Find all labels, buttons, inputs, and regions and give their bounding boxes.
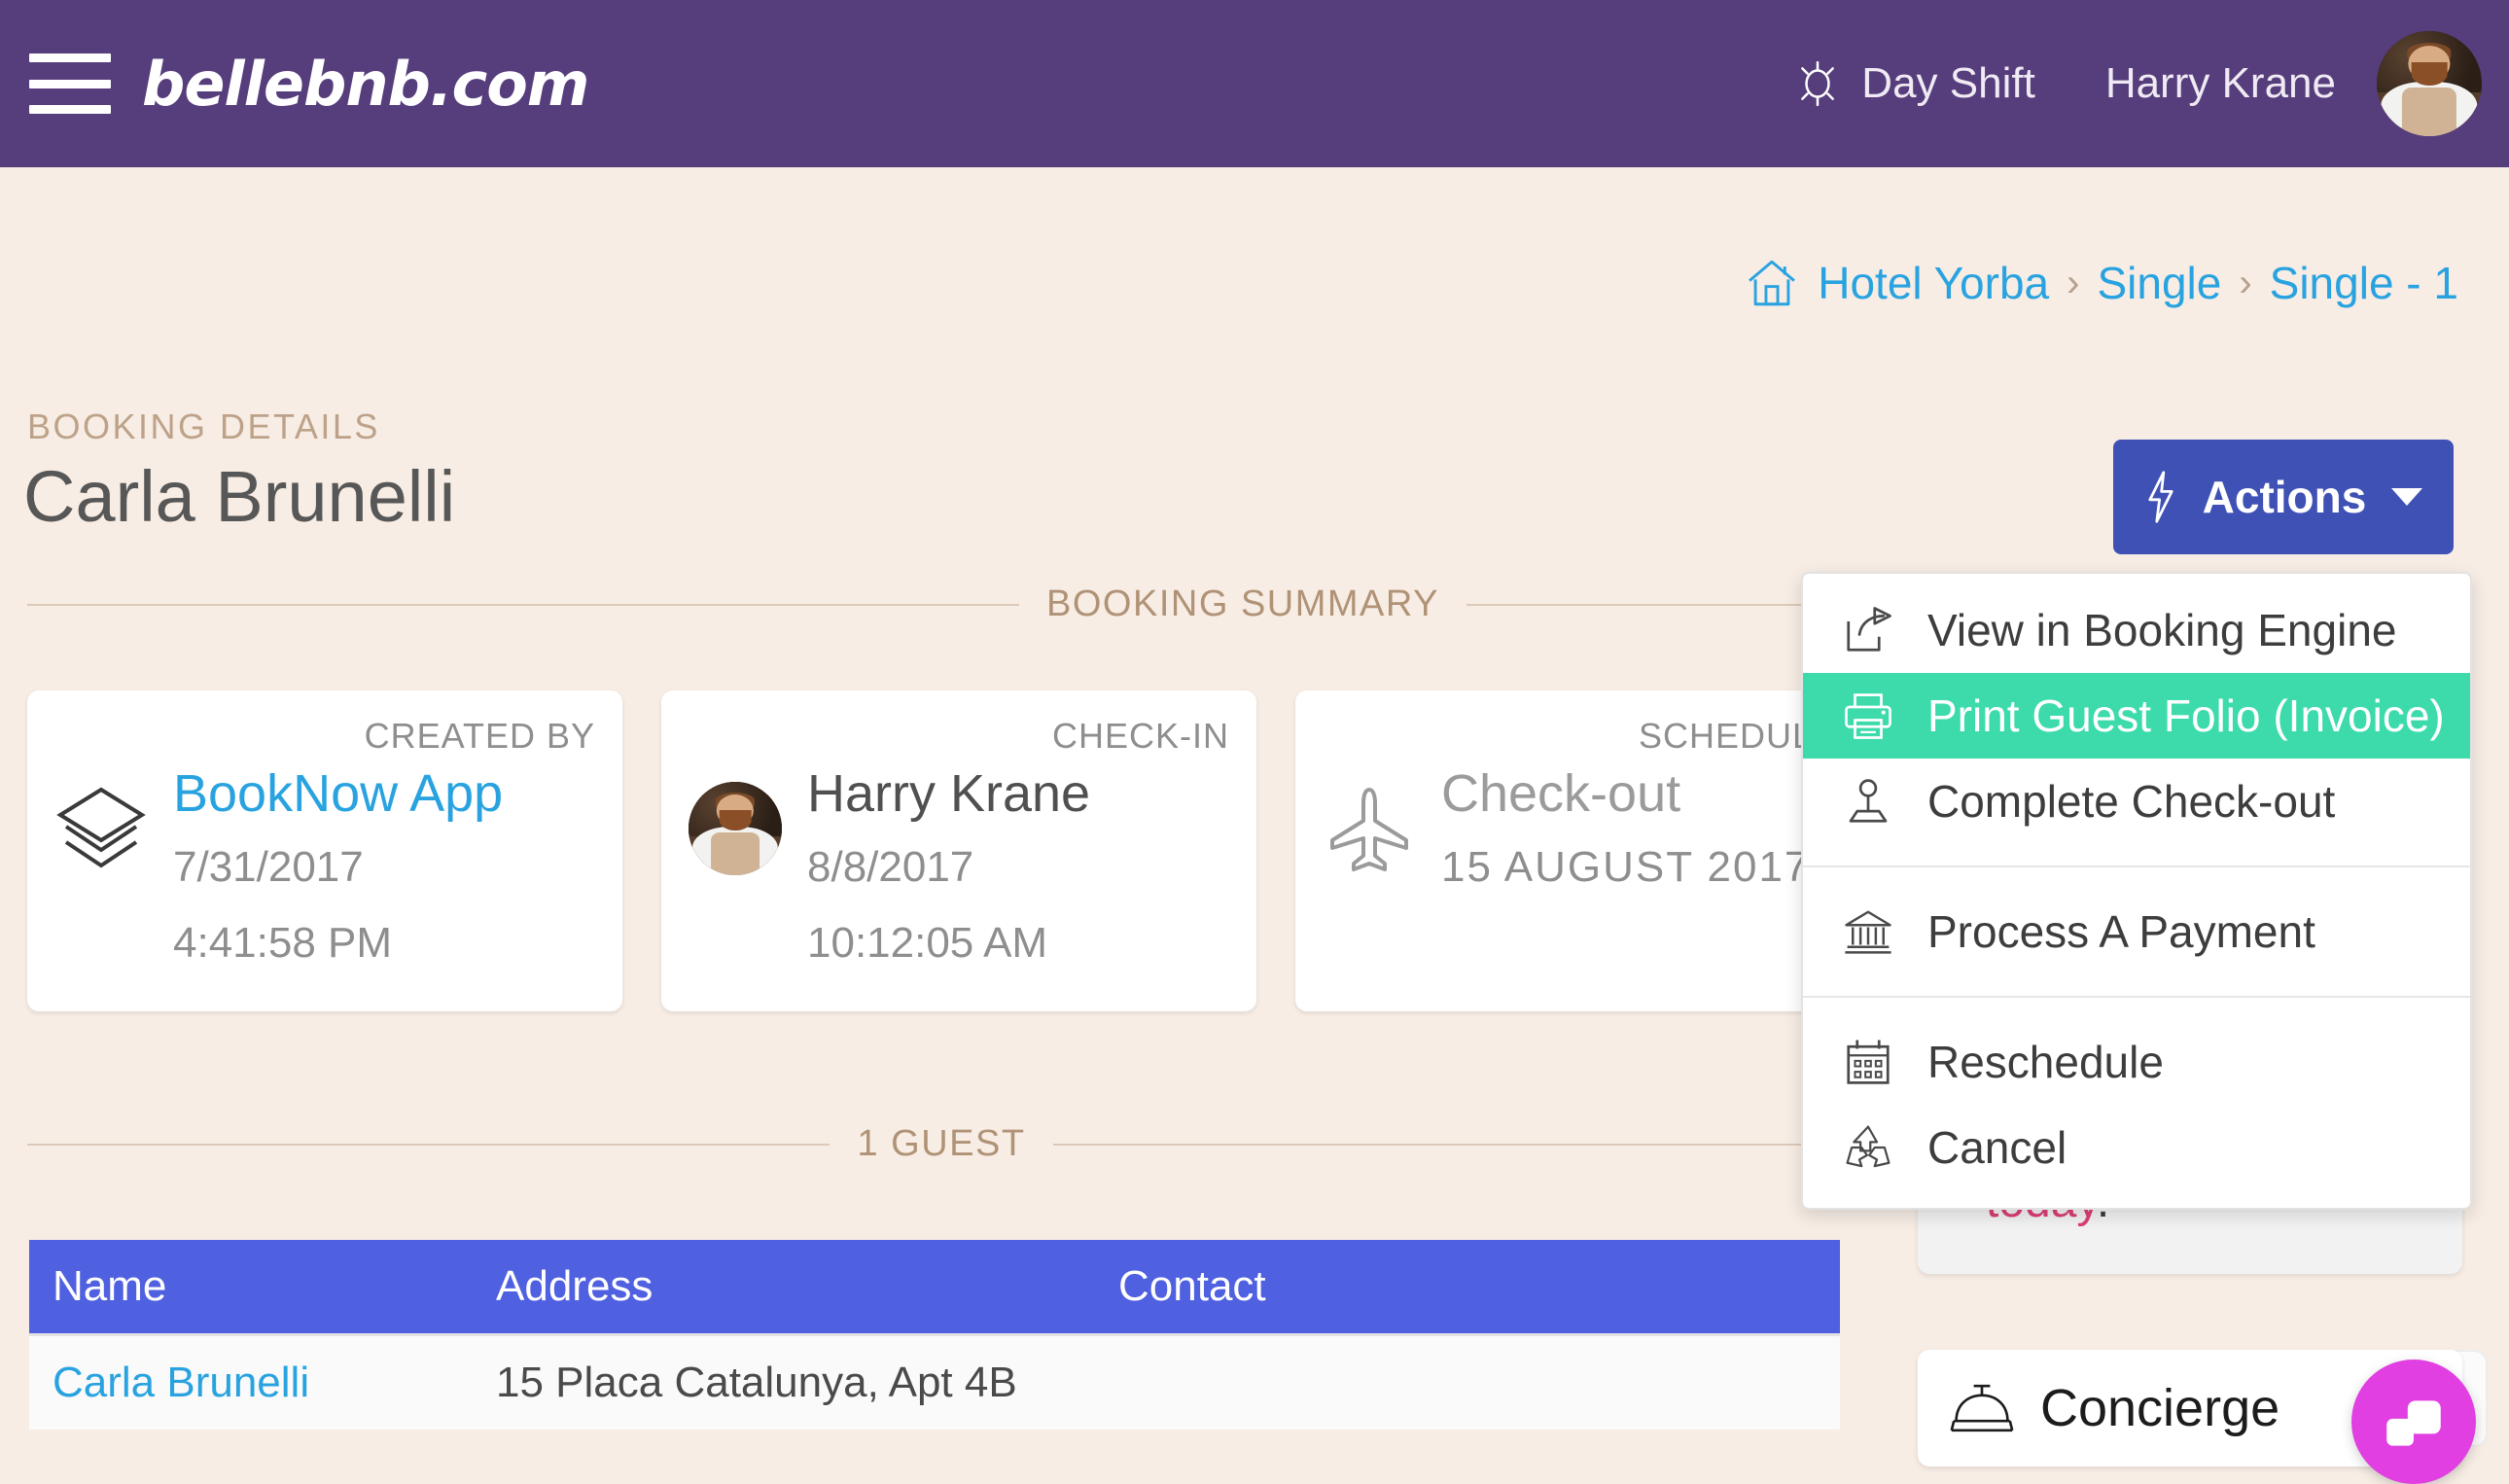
section-divider-guests: 1 GUEST bbox=[27, 1123, 1856, 1165]
menu-item-label: Process A Payment bbox=[1927, 906, 2315, 957]
page-eyebrow: BOOKING DETAILS bbox=[27, 406, 380, 446]
breadcrumb-separator: › bbox=[2067, 261, 2080, 304]
section-title-guests: 1 GUEST bbox=[857, 1123, 1026, 1164]
breadcrumb: Hotel Yorba › Single › Single - 1 bbox=[1744, 255, 2458, 311]
avatar[interactable] bbox=[2377, 31, 2482, 136]
menu-item-label: Cancel bbox=[1927, 1122, 2067, 1173]
menu-item-complete-check-out[interactable]: Complete Check-out bbox=[1803, 759, 2470, 844]
divider-rule bbox=[1052, 1143, 1856, 1146]
card-main-value[interactable]: BookNow App bbox=[173, 766, 595, 822]
card-date: 7/31/2017 bbox=[173, 842, 364, 891]
chat-fab-button[interactable] bbox=[2351, 1360, 2476, 1484]
card-date: 15 AUGUST 2017 bbox=[1441, 842, 1811, 891]
card-time: 10:12:05 AM bbox=[807, 918, 1048, 967]
card-body: BookNow App 7/31/2017 4:41:58 PM bbox=[54, 766, 595, 968]
hamburger-bar bbox=[29, 53, 111, 62]
card-time: 4:41:58 PM bbox=[173, 918, 393, 967]
hamburger-menu-icon[interactable] bbox=[29, 53, 111, 114]
menu-item-label: Print Guest Folio (Invoice) bbox=[1927, 690, 2445, 741]
topbar-right-group: Day Shift Harry Krane bbox=[1793, 31, 2509, 136]
divider-rule bbox=[27, 1143, 830, 1146]
breadcrumb-item-roomtype[interactable]: Single bbox=[2097, 257, 2221, 309]
avatar-beard bbox=[719, 809, 752, 830]
table-row[interactable]: Carla Brunelli 15 Placa Catalunya, Apt 4… bbox=[29, 1333, 1840, 1430]
airplane-icon bbox=[1330, 788, 1408, 871]
card-kicker: CHECK-IN bbox=[1051, 716, 1229, 756]
hamburger-bar bbox=[29, 105, 111, 114]
chevron-down-icon bbox=[2391, 488, 2423, 506]
card-lines: BookNow App 7/31/2017 4:41:58 PM bbox=[173, 766, 595, 968]
column-header-address: Address bbox=[496, 1262, 654, 1310]
section-title-summary: BOOKING SUMMARY bbox=[1046, 583, 1439, 624]
card-main-value: Check-out bbox=[1441, 764, 1681, 823]
card-kicker: CREATED BY bbox=[364, 716, 595, 756]
user-name-label[interactable]: Harry Krane bbox=[2105, 59, 2336, 108]
bank-icon bbox=[1845, 910, 1891, 954]
avatar-beard bbox=[2411, 62, 2448, 87]
day-shift-button[interactable]: Day Shift bbox=[1793, 59, 2035, 108]
card-date: 8/8/2017 bbox=[807, 842, 974, 891]
divider-rule bbox=[27, 603, 1020, 606]
bell-icon bbox=[1950, 1384, 2014, 1432]
guest-name-link[interactable]: Carla Brunelli bbox=[29, 1359, 496, 1407]
printer-icon bbox=[1845, 693, 1891, 739]
avatar-apron bbox=[2401, 88, 2457, 136]
menu-item-print-guest-folio[interactable]: Print Guest Folio (Invoice) bbox=[1803, 673, 2470, 759]
hamburger-bar bbox=[29, 79, 111, 88]
guest-address: 15 Placa Catalunya, Apt 4B bbox=[496, 1359, 1017, 1406]
column-header-name: Name bbox=[53, 1262, 167, 1310]
stamp-icon bbox=[1849, 779, 1888, 823]
breadcrumb-item-room[interactable]: Single - 1 bbox=[2270, 257, 2458, 309]
guest-table: Name Address Contact Carla Brunelli 15 P… bbox=[29, 1240, 1840, 1430]
breadcrumb-item-hotel[interactable]: Hotel Yorba bbox=[1818, 257, 2049, 309]
menu-item-process-a-payment[interactable]: Process A Payment bbox=[1803, 889, 2470, 974]
summary-card-check-in: CHECK-IN Harry Krane 8/8/2017 10:12:05 A… bbox=[661, 690, 1256, 1011]
sun-icon bbox=[1801, 60, 1835, 107]
home-icon[interactable] bbox=[1744, 255, 1800, 311]
bolt-icon bbox=[2148, 471, 2173, 523]
avatar bbox=[689, 782, 782, 875]
calendar-icon bbox=[1847, 1040, 1890, 1084]
card-main-value: Harry Krane bbox=[807, 764, 1091, 823]
actions-button[interactable]: Actions bbox=[2113, 440, 2454, 554]
menu-separator bbox=[1803, 866, 2470, 867]
table-header-row: Name Address Contact bbox=[29, 1240, 1840, 1333]
column-header-contact: Contact bbox=[1118, 1262, 1266, 1310]
menu-item-label: Complete Check-out bbox=[1927, 776, 2336, 827]
page-title: Carla Brunelli bbox=[23, 456, 456, 537]
actions-button-label: Actions bbox=[2202, 472, 2367, 522]
chat-bubble-icon bbox=[2386, 1400, 2441, 1446]
card-kicker: SCHEDULED bbox=[1638, 716, 1863, 756]
breadcrumb-separator: › bbox=[2239, 261, 2252, 304]
share-icon bbox=[1847, 607, 1891, 652]
brand-logo[interactable]: bellebnb.com bbox=[142, 49, 589, 120]
menu-item-cancel[interactable]: Cancel bbox=[1803, 1105, 2470, 1190]
menu-separator bbox=[1803, 996, 2470, 998]
menu-item-reschedule[interactable]: Reschedule bbox=[1803, 1019, 2470, 1105]
recycle-icon bbox=[1846, 1125, 1891, 1168]
top-navigation-bar: bellebnb.com Day Shift Harry Krane bbox=[0, 0, 2509, 167]
actions-dropdown-menu: View in Booking Engine Print Guest Folio… bbox=[1801, 572, 2472, 1210]
card-lines: Check-out 15 AUGUST 2017 bbox=[1441, 766, 1863, 892]
card-body: Harry Krane 8/8/2017 10:12:05 AM bbox=[689, 766, 1229, 968]
menu-item-label: View in Booking Engine bbox=[1927, 605, 2397, 655]
menu-item-view-in-booking-engine[interactable]: View in Booking Engine bbox=[1803, 587, 2470, 673]
day-shift-label: Day Shift bbox=[1861, 59, 2035, 107]
avatar-apron bbox=[711, 831, 760, 875]
menu-item-label: Reschedule bbox=[1927, 1037, 2164, 1087]
layers-icon bbox=[56, 787, 146, 868]
card-body: Check-out 15 AUGUST 2017 bbox=[1323, 766, 1863, 892]
card-lines: Harry Krane 8/8/2017 10:12:05 AM bbox=[807, 766, 1229, 968]
summary-card-created-by: CREATED BY BookNow App 7/31/2017 4:41:58… bbox=[27, 690, 622, 1011]
